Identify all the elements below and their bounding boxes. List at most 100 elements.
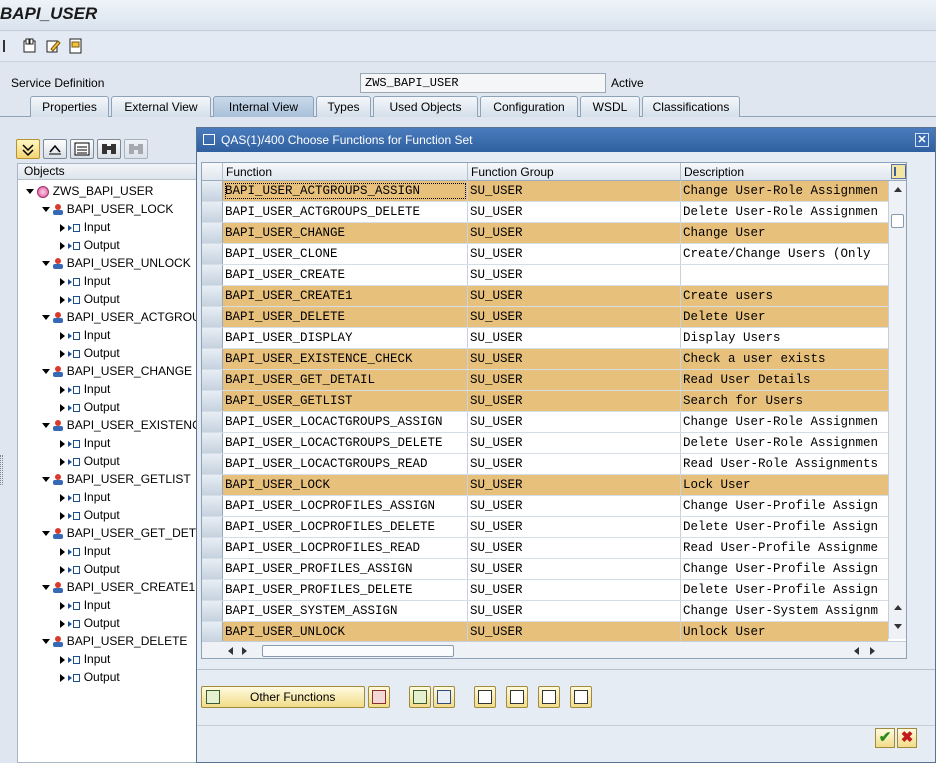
collapsed-toggle-icon[interactable]: [60, 241, 65, 250]
row-selector[interactable]: [202, 496, 223, 516]
row-selector[interactable]: [202, 538, 223, 558]
row-selector[interactable]: [202, 286, 223, 306]
tree-output-node[interactable]: Output: [60, 506, 120, 524]
scroll-thumb[interactable]: [891, 214, 904, 228]
expand-toggle-icon[interactable]: [42, 423, 50, 429]
detail-button[interactable]: [70, 139, 94, 159]
cancel-button[interactable]: ✖: [897, 728, 917, 748]
collapsed-toggle-icon[interactable]: [60, 511, 65, 520]
collapsed-toggle-icon[interactable]: [60, 349, 65, 358]
display-change-icon[interactable]: [22, 38, 38, 54]
row-selector[interactable]: [202, 223, 223, 243]
tree-input-node[interactable]: Input: [60, 434, 110, 452]
table-row[interactable]: BAPI_USER_LOCPROFILES_READ SU_USER Read Us…: [202, 538, 888, 559]
cell-function[interactable]: BAPI_USER_CREATE1: [223, 286, 468, 306]
cell-function-group[interactable]: SU_USER: [468, 580, 681, 600]
tab-wsdl[interactable]: WSDL: [580, 96, 640, 117]
expand-toggle-icon[interactable]: [42, 477, 50, 483]
splitter-grip[interactable]: [0, 455, 3, 485]
tree-input-node[interactable]: Input: [60, 488, 110, 506]
tab-external-view[interactable]: External View: [111, 96, 211, 117]
cell-description[interactable]: Change User-Profile Assign: [681, 496, 888, 516]
tree-input-node[interactable]: Input: [60, 650, 110, 668]
collapsed-toggle-icon[interactable]: [60, 331, 65, 340]
tree-root[interactable]: ZWS_BAPI_USER: [26, 182, 153, 200]
find-button[interactable]: [97, 139, 121, 159]
cell-function[interactable]: BAPI_USER_LOCPROFILES_DELETE: [223, 517, 468, 537]
column-header-description[interactable]: Description: [681, 163, 888, 181]
collapsed-toggle-icon[interactable]: [60, 547, 65, 556]
tree-function-node[interactable]: BAPI_USER_CHANGE: [42, 362, 192, 380]
table-row[interactable]: BAPI_USER_ACTGROUPS_ASSIGN SU_USER Change …: [202, 181, 888, 202]
collapsed-toggle-icon[interactable]: [60, 403, 65, 412]
expand-toggle-icon[interactable]: [42, 369, 50, 375]
tree-output-node[interactable]: Output: [60, 236, 120, 254]
tree-function-node[interactable]: BAPI_USER_EXISTENC: [42, 416, 197, 434]
table-row[interactable]: BAPI_USER_CREATE1 SU_USER Create users: [202, 286, 888, 307]
cell-description[interactable]: Change User: [681, 223, 888, 243]
cell-function-group[interactable]: SU_USER: [468, 349, 681, 369]
column-settings-icon[interactable]: [891, 164, 906, 179]
row-selector[interactable]: [202, 475, 223, 495]
tree-input-node[interactable]: Input: [60, 272, 110, 290]
cell-function[interactable]: BAPI_USER_ACTGROUPS_DELETE: [223, 202, 468, 222]
cell-description[interactable]: Unlock User: [681, 622, 888, 642]
cell-function-group[interactable]: SU_USER: [468, 622, 681, 642]
cell-function-group[interactable]: SU_USER: [468, 517, 681, 537]
cell-function-group[interactable]: SU_USER: [468, 391, 681, 411]
scroll-left-end-icon[interactable]: [854, 647, 859, 655]
collapse-all-button[interactable]: [43, 139, 67, 159]
scroll-up-icon[interactable]: [894, 187, 902, 192]
cell-function[interactable]: BAPI_USER_LOCACTGROUPS_ASSIGN: [223, 412, 468, 432]
row-selector[interactable]: [202, 307, 223, 327]
cell-description[interactable]: Delete User-Role Assignmen: [681, 202, 888, 222]
table-row[interactable]: BAPI_USER_PROFILES_DELETE SU_USER Delete U…: [202, 580, 888, 601]
cell-function[interactable]: BAPI_USER_LOCPROFILES_READ: [223, 538, 468, 558]
horizontal-scrollbar[interactable]: [202, 641, 906, 658]
table-row[interactable]: BAPI_USER_LOCPROFILES_DELETE SU_USER Delet…: [202, 517, 888, 538]
cell-function-group[interactable]: SU_USER: [468, 244, 681, 264]
cell-function[interactable]: BAPI_USER_DELETE: [223, 307, 468, 327]
other-functions-button[interactable]: Other Functions: [201, 686, 365, 708]
table-row[interactable]: BAPI_USER_SYSTEM_ASSIGN SU_USER Change Use…: [202, 601, 888, 622]
tree-function-node[interactable]: BAPI_USER_LOCK: [42, 200, 173, 218]
table-row[interactable]: BAPI_USER_CREATE SU_USER: [202, 265, 888, 286]
next-page-button[interactable]: [538, 686, 560, 708]
row-selector[interactable]: [202, 433, 223, 453]
column-header-function-group[interactable]: Function Group: [468, 163, 681, 181]
expand-toggle-icon[interactable]: [42, 639, 50, 645]
cell-description[interactable]: Change User-Role Assignmen: [681, 181, 888, 201]
tab-types[interactable]: Types: [316, 96, 371, 117]
close-button[interactable]: ✕: [915, 133, 929, 147]
expand-toggle-icon[interactable]: [42, 315, 50, 321]
cell-function[interactable]: BAPI_USER_GET_DETAIL: [223, 370, 468, 390]
row-selector[interactable]: [202, 328, 223, 348]
table-row[interactable]: BAPI_USER_PROFILES_ASSIGN SU_USER Change U…: [202, 559, 888, 580]
tab-internal-view[interactable]: Internal View: [213, 96, 314, 117]
tree-output-node[interactable]: Output: [60, 290, 120, 308]
cell-description[interactable]: Read User Details: [681, 370, 888, 390]
cell-function-group[interactable]: SU_USER: [468, 265, 681, 285]
delete-entry-button[interactable]: [368, 686, 390, 708]
cell-function-group[interactable]: SU_USER: [468, 286, 681, 306]
cell-function-group[interactable]: SU_USER: [468, 370, 681, 390]
cell-description[interactable]: Lock User: [681, 475, 888, 495]
cell-description[interactable]: Display Users: [681, 328, 888, 348]
cell-function[interactable]: BAPI_USER_CREATE: [223, 265, 468, 285]
cell-description[interactable]: Change User-Role Assignmen: [681, 412, 888, 432]
cell-description[interactable]: Delete User-Profile Assign: [681, 580, 888, 600]
cell-description[interactable]: Delete User-Profile Assign: [681, 517, 888, 537]
cell-function-group[interactable]: SU_USER: [468, 202, 681, 222]
row-selector[interactable]: [202, 391, 223, 411]
cell-function-group[interactable]: SU_USER: [468, 433, 681, 453]
find-next-button[interactable]: [124, 139, 148, 159]
cell-function[interactable]: BAPI_USER_LOCACTGROUPS_READ: [223, 454, 468, 474]
collapsed-toggle-icon[interactable]: [60, 385, 65, 394]
row-selector[interactable]: [202, 181, 223, 201]
collapsed-toggle-icon[interactable]: [60, 601, 65, 610]
cell-function[interactable]: BAPI_USER_CLONE: [223, 244, 468, 264]
tab-used-objects[interactable]: Used Objects: [373, 96, 478, 117]
scroll-left-icon[interactable]: [228, 647, 233, 655]
expand-all-button[interactable]: [16, 139, 40, 159]
first-page-button[interactable]: [474, 686, 496, 708]
